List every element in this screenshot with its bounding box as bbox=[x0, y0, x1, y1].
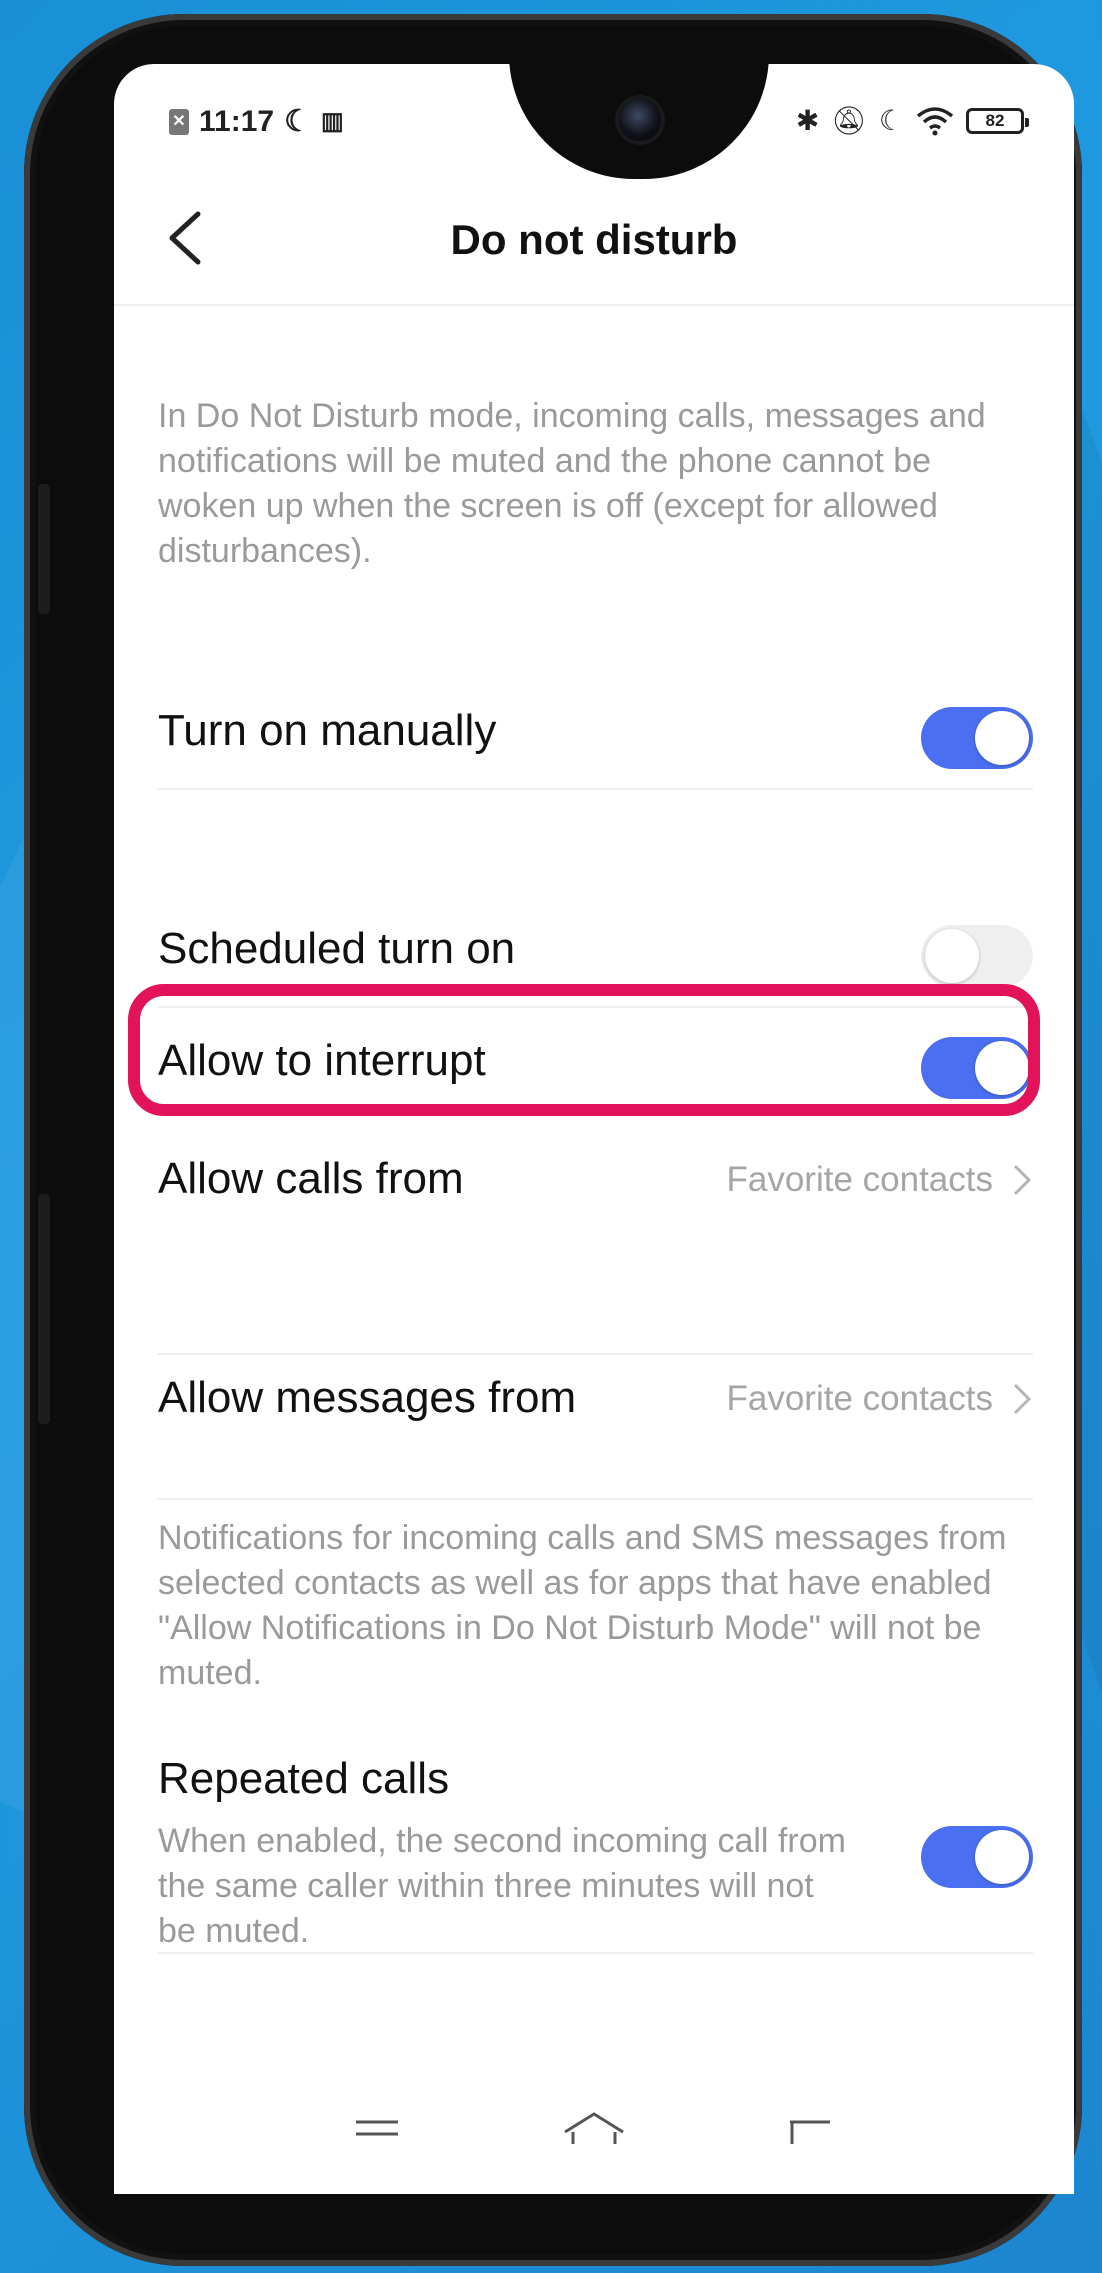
chevron-right-icon bbox=[1013, 1164, 1032, 1196]
phone-side-button bbox=[38, 1194, 50, 1424]
allow-messages-from-row[interactable]: Allow messages from Favorite contacts bbox=[158, 1353, 1033, 1453]
turn-on-manually-row[interactable]: Turn on manually bbox=[158, 686, 1033, 786]
page-title: Do not disturb bbox=[450, 216, 738, 263]
repeated-calls-description: When enabled, the second incoming call f… bbox=[158, 1822, 846, 1950]
allow-calls-from-value: Favorite contacts bbox=[726, 1160, 994, 1199]
highlight-box bbox=[128, 984, 1040, 1116]
toggle-knob bbox=[925, 929, 979, 983]
turn-on-manually-toggle[interactable] bbox=[921, 707, 1033, 769]
front-camera bbox=[619, 99, 661, 141]
toggle-knob bbox=[975, 711, 1029, 765]
allow-calls-from-label: Allow calls from bbox=[158, 1154, 464, 1203]
status-right: ✱ 🔕︎ ☾ 82 bbox=[795, 104, 1029, 137]
chevron-right-icon bbox=[1013, 1383, 1032, 1415]
allow-calls-from-value-wrap: Favorite contacts bbox=[727, 1160, 1034, 1200]
battery-icon: 82 bbox=[966, 107, 1029, 134]
bell-off-icon: 🔕︎ bbox=[831, 105, 867, 136]
no-sim-icon: ✕ bbox=[169, 108, 189, 135]
scheduled-turn-on-label: Scheduled turn on bbox=[158, 924, 516, 973]
allow-messages-from-value: Favorite contacts bbox=[726, 1379, 994, 1418]
allow-messages-from-value-wrap: Favorite contacts bbox=[727, 1379, 1034, 1419]
battery-level: 82 bbox=[985, 110, 1005, 130]
scheduled-turn-on-toggle[interactable] bbox=[921, 925, 1033, 987]
turn-on-manually-label: Turn on manually bbox=[158, 706, 497, 755]
divider bbox=[158, 1498, 1033, 1500]
phone-side-button bbox=[38, 484, 50, 614]
repeated-calls-toggle[interactable] bbox=[921, 1826, 1033, 1888]
divider bbox=[158, 788, 1033, 790]
bluetooth-icon: ✱ bbox=[795, 105, 820, 136]
notifications-note: Notifications for incoming calls and SMS… bbox=[158, 1519, 1007, 1692]
repeated-calls-row[interactable]: Repeated calls When enabled, the second … bbox=[158, 1754, 1033, 1950]
phone-frame: ✕ 11:17 ☾ ▥ ✱ 🔕︎ ☾ 82 Do not disturb In … bbox=[24, 14, 1082, 2266]
book-icon: ▥ bbox=[320, 108, 344, 135]
divider bbox=[158, 1952, 1033, 1954]
intro-description: In Do Not Disturb mode, incoming calls, … bbox=[158, 397, 986, 570]
allow-messages-from-label: Allow messages from bbox=[158, 1373, 577, 1422]
allow-calls-from-row[interactable]: Allow calls from Favorite contacts bbox=[158, 1134, 1033, 1234]
wifi-icon bbox=[916, 106, 954, 135]
status-left: ✕ 11:17 ☾ ▥ bbox=[169, 104, 344, 139]
title-bar: Do not disturb bbox=[114, 174, 1074, 306]
status-time: 11:17 bbox=[199, 104, 275, 138]
screen-bottom bbox=[114, 2144, 1074, 2194]
repeated-calls-label: Repeated calls bbox=[158, 1754, 450, 1803]
moon-icon: ☾ bbox=[878, 105, 904, 136]
moon-icon: ☾ bbox=[284, 105, 311, 138]
screen: ✕ 11:17 ☾ ▥ ✱ 🔕︎ ☾ 82 Do not disturb In … bbox=[114, 64, 1074, 2194]
toggle-knob bbox=[975, 1830, 1029, 1884]
